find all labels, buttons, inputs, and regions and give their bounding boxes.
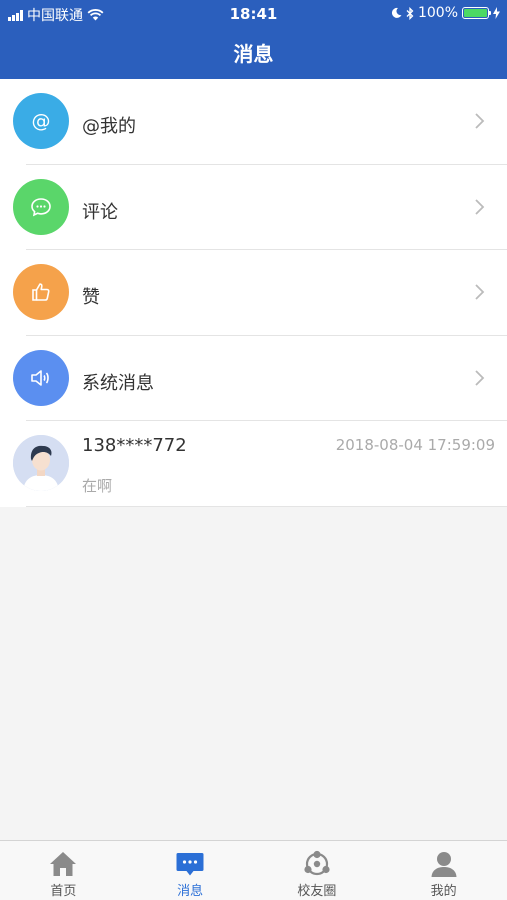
sender-name: 138****772 [82,435,187,456]
tab-me[interactable]: 我的 [380,841,507,900]
battery-icon [462,7,491,19]
category-likes[interactable]: 赞 [0,250,507,336]
chevron-right-icon [475,284,485,300]
svg-text:@: @ [32,110,51,132]
conversation-item[interactable]: 138****772 2018-08-04 17:59:09 在啊 [0,421,507,507]
home-icon [50,852,77,876]
tab-alumni-circle[interactable]: 校友圈 [254,841,381,900]
avatar [13,435,69,491]
speaker-icon [13,349,69,406]
category-label: @我的 [82,116,136,137]
message-timestamp: 2018-08-04 17:59:09 [335,436,495,454]
tab-label: 校友圈 [297,884,337,899]
message-list: @ @我的 评论 赞 系统消息 138****772 2018-08-04 17… [0,79,507,507]
tab-bar: 首页 消息 校友圈 我的 [0,840,507,900]
app: 中国联通 18:41 100% 消息 @ @我的 评论 赞 系统消息 138**… [0,0,507,900]
at-icon: @ [13,93,69,149]
message-preview: 在啊 [82,477,113,495]
category-label: 赞 [82,287,100,308]
category-label: 系统消息 [82,372,154,394]
category-comments[interactable]: 评论 [0,165,507,251]
tab-messages[interactable]: 消息 [127,841,254,900]
header: 中国联通 18:41 100% 消息 [0,0,507,79]
alumni-circle-icon [304,850,330,876]
message-icon [176,853,204,876]
person-icon [431,852,457,877]
bluetooth-icon [406,6,414,20]
page-title: 消息 [233,42,274,66]
comment-icon [13,178,69,235]
tab-label: 消息 [177,884,204,899]
tab-label: 我的 [430,884,457,899]
battery-percent: 100% [417,5,458,21]
thumbs-up-icon [13,264,69,320]
moon-icon [391,7,402,18]
category-label: 评论 [82,201,118,223]
tab-home[interactable]: 首页 [0,841,127,900]
chevron-right-icon [475,369,485,386]
status-bar: 中国联通 18:41 100% [0,0,507,26]
tab-label: 首页 [50,884,77,899]
charging-icon [493,7,500,19]
chevron-right-icon [475,198,485,215]
category-at-me[interactable]: @ @我的 [0,79,507,165]
chevron-right-icon [475,113,485,129]
category-system-messages[interactable]: 系统消息 [0,336,507,422]
